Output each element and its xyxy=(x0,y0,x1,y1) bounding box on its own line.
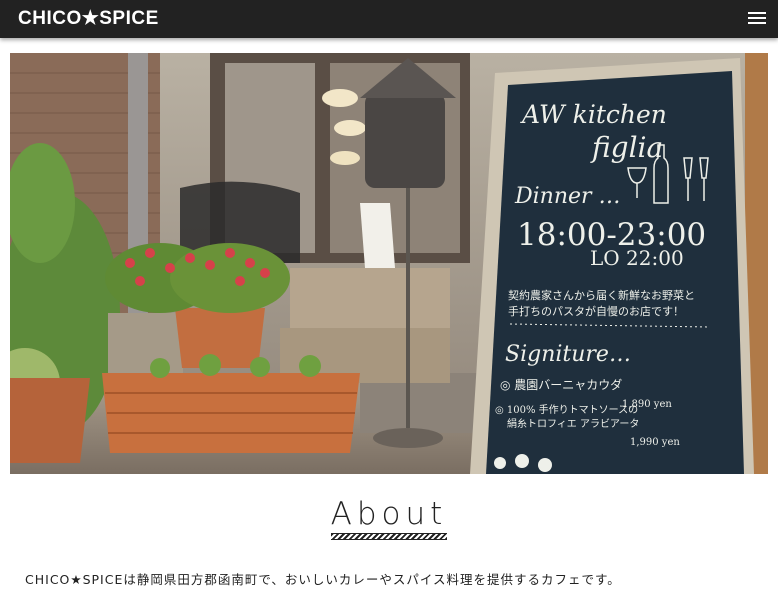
board-desc-2: 手打ちのパスタが自慢のお店です！ xyxy=(508,304,684,318)
hamburger-menu-icon[interactable] xyxy=(748,10,766,26)
board-dinner: Dinner … xyxy=(514,184,621,209)
board-signature: Signiture… xyxy=(505,342,631,367)
about-heading: About xyxy=(330,496,448,532)
about-description: CHICO★SPICEは静岡県田方郡函南町で、おいしいカレーやスパイス料理を提供… xyxy=(25,572,621,587)
menu-bar xyxy=(748,12,766,14)
board-item-2b: 絹糸トロフィエ アラビアータ xyxy=(507,417,639,430)
hero-image: AW kitchen figlia Dinner … 18:00-23:00 L… xyxy=(10,53,768,474)
board-desc-1: 契約農家さんから届く新鮮なお野菜と xyxy=(508,288,695,302)
menu-bar xyxy=(748,17,766,19)
hero-photo-illustration: AW kitchen figlia Dinner … 18:00-23:00 L… xyxy=(10,53,768,474)
board-item-1: ◎ 農園バーニャカウダ xyxy=(500,377,622,392)
brand-logo-link[interactable]: CHICO★SPICE xyxy=(18,7,159,30)
menu-bar xyxy=(748,22,766,24)
board-title-line2: figlia xyxy=(590,131,663,164)
board-item-2a: ◎ 100% 手作りトマトソースの xyxy=(495,403,638,416)
about-heading-underline xyxy=(331,533,447,540)
board-last-order: LO 22:00 xyxy=(590,246,684,270)
board-price-2: 1,990 yen xyxy=(630,437,680,448)
board-title-line1: AW kitchen xyxy=(520,100,667,129)
top-navbar: CHICO★SPICE xyxy=(0,0,778,38)
